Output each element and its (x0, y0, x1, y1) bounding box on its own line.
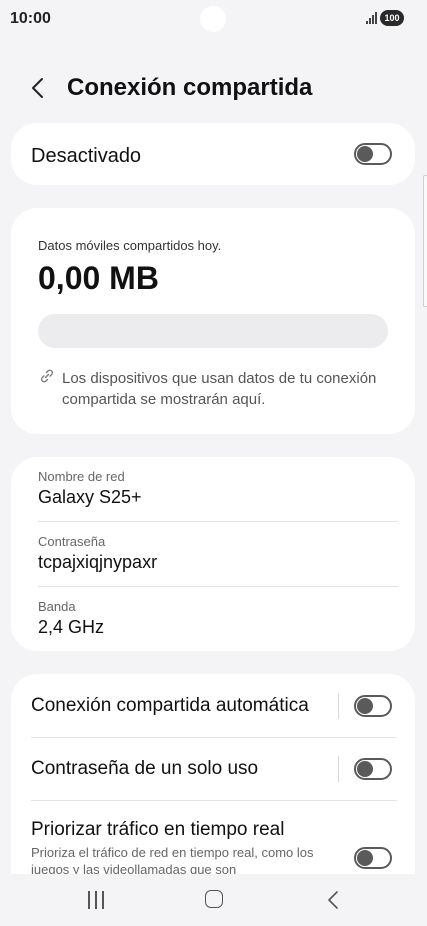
password-label: Contraseña (38, 534, 106, 549)
divider (31, 737, 397, 738)
master-toggle-card[interactable]: Desactivado (11, 123, 415, 185)
network-settings-card: Nombre de red Galaxy S25+ Contraseña tcp… (11, 457, 415, 651)
master-toggle-switch[interactable] (354, 143, 392, 165)
back-button[interactable] (24, 74, 52, 102)
battery-icon: 100 (380, 10, 404, 26)
usage-progress-bar (38, 314, 388, 348)
switch-knob (357, 698, 373, 714)
network-name-item[interactable]: Nombre de red Galaxy S25+ (38, 469, 142, 508)
status-time: 10:00 (10, 10, 51, 27)
home-button[interactable] (205, 890, 223, 908)
password-value: tcpajxiqjnypaxr (38, 552, 158, 572)
auto-hotspot-switch[interactable] (354, 695, 392, 717)
network-name-label: Nombre de red (38, 469, 125, 484)
band-item[interactable]: Banda 2,4 GHz (38, 599, 104, 638)
back-arrow-icon (32, 78, 43, 98)
band-label: Banda (38, 599, 76, 614)
devices-note: Los dispositivos que usan datos de tu co… (62, 370, 377, 408)
status-bar: 10:00 100 (0, 0, 427, 40)
switch-knob (357, 850, 373, 866)
one-time-password-switch[interactable] (354, 758, 392, 780)
realtime-priority-label: Priorizar tráfico en tiempo real (31, 819, 285, 840)
network-name-value: Galaxy S25+ (38, 487, 142, 507)
usage-caption: Datos móviles compartidos hoy. (38, 238, 222, 253)
page-title: Conexión compartida (67, 74, 313, 101)
switch-knob (357, 146, 373, 162)
divider (38, 586, 398, 587)
auto-hotspot-label: Conexión compartida automática (31, 695, 309, 716)
realtime-priority-switch[interactable] (354, 847, 392, 869)
switch-knob (357, 761, 373, 777)
one-time-password-label: Contraseña de un solo uso (31, 758, 259, 779)
usage-card: Datos móviles compartidos hoy. 0,00 MB L… (11, 208, 415, 434)
realtime-priority-description: Prioriza el tráfico de red en tiempo rea… (31, 845, 314, 874)
password-item[interactable]: Contraseña tcpajxiqjnypaxr (38, 534, 157, 573)
options-card: Conexión compartida automática Contraseñ… (11, 674, 415, 874)
link-icon (41, 369, 53, 383)
edge-panel-handle[interactable] (423, 175, 427, 307)
recent-apps-button[interactable] (86, 891, 106, 909)
master-toggle-label: Desactivado (31, 145, 142, 167)
signal-icon (366, 12, 378, 24)
navigation-bar (0, 874, 427, 926)
divider (338, 693, 339, 719)
divider (338, 756, 339, 782)
divider (31, 800, 397, 801)
band-value: 2,4 GHz (38, 617, 105, 637)
divider (38, 521, 398, 522)
usage-value: 0,00 MB (38, 260, 159, 296)
nav-back-button[interactable] (325, 889, 341, 911)
app-header: Conexión compartida (0, 60, 427, 116)
front-camera-cutout (200, 6, 226, 32)
